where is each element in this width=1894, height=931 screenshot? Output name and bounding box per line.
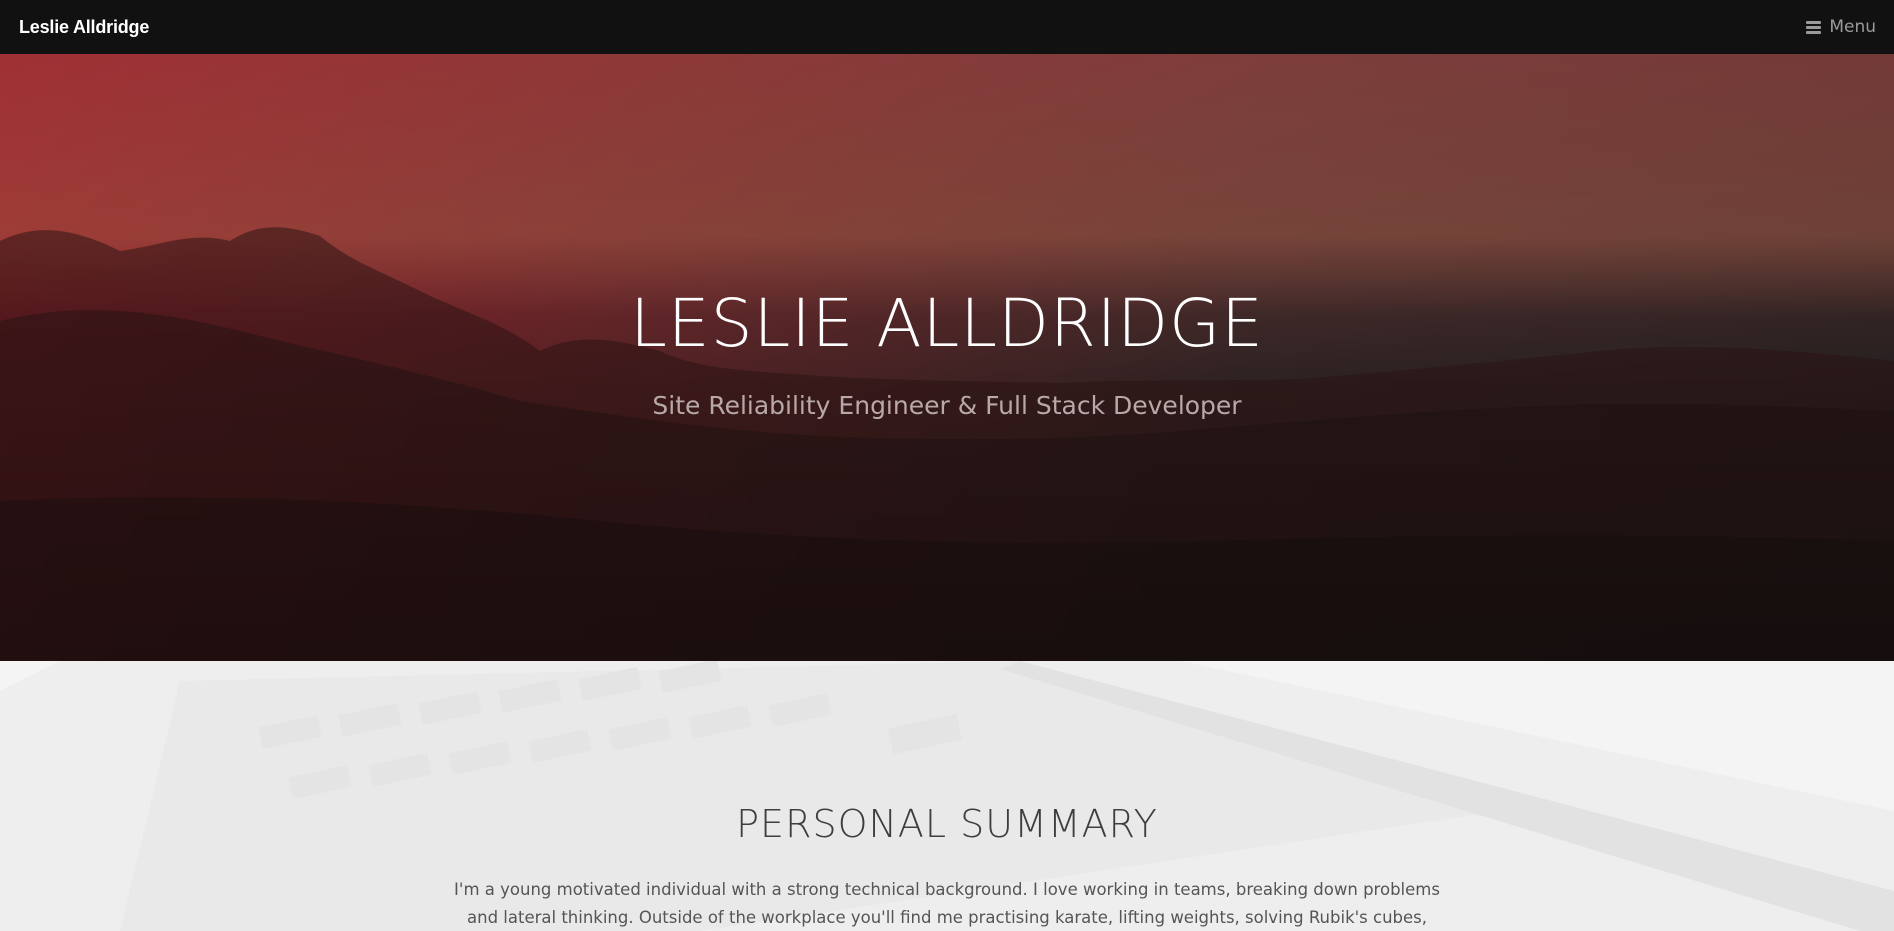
summary-paragraph: I'm a young motivated individual with a … — [454, 880, 1440, 927]
menu-button[interactable]: Menu — [1806, 17, 1876, 37]
brand-link[interactable]: Leslie Alldridge — [19, 17, 149, 38]
summary-heading: PERSONAL SUMMARY — [736, 802, 1158, 846]
menu-label: Menu — [1829, 17, 1876, 37]
top-navbar: Leslie Alldridge Menu — [0, 0, 1894, 54]
personal-summary-section: PERSONAL SUMMARY I'm a young motivated i… — [0, 661, 1894, 931]
hero-title: LESLIE ALLDRIDGE — [630, 285, 1264, 362]
hero-section: LESLIE ALLDRIDGE Site Reliability Engine… — [0, 54, 1894, 661]
hamburger-icon — [1806, 20, 1822, 34]
hero-subtitle: Site Reliability Engineer & Full Stack D… — [652, 391, 1242, 420]
